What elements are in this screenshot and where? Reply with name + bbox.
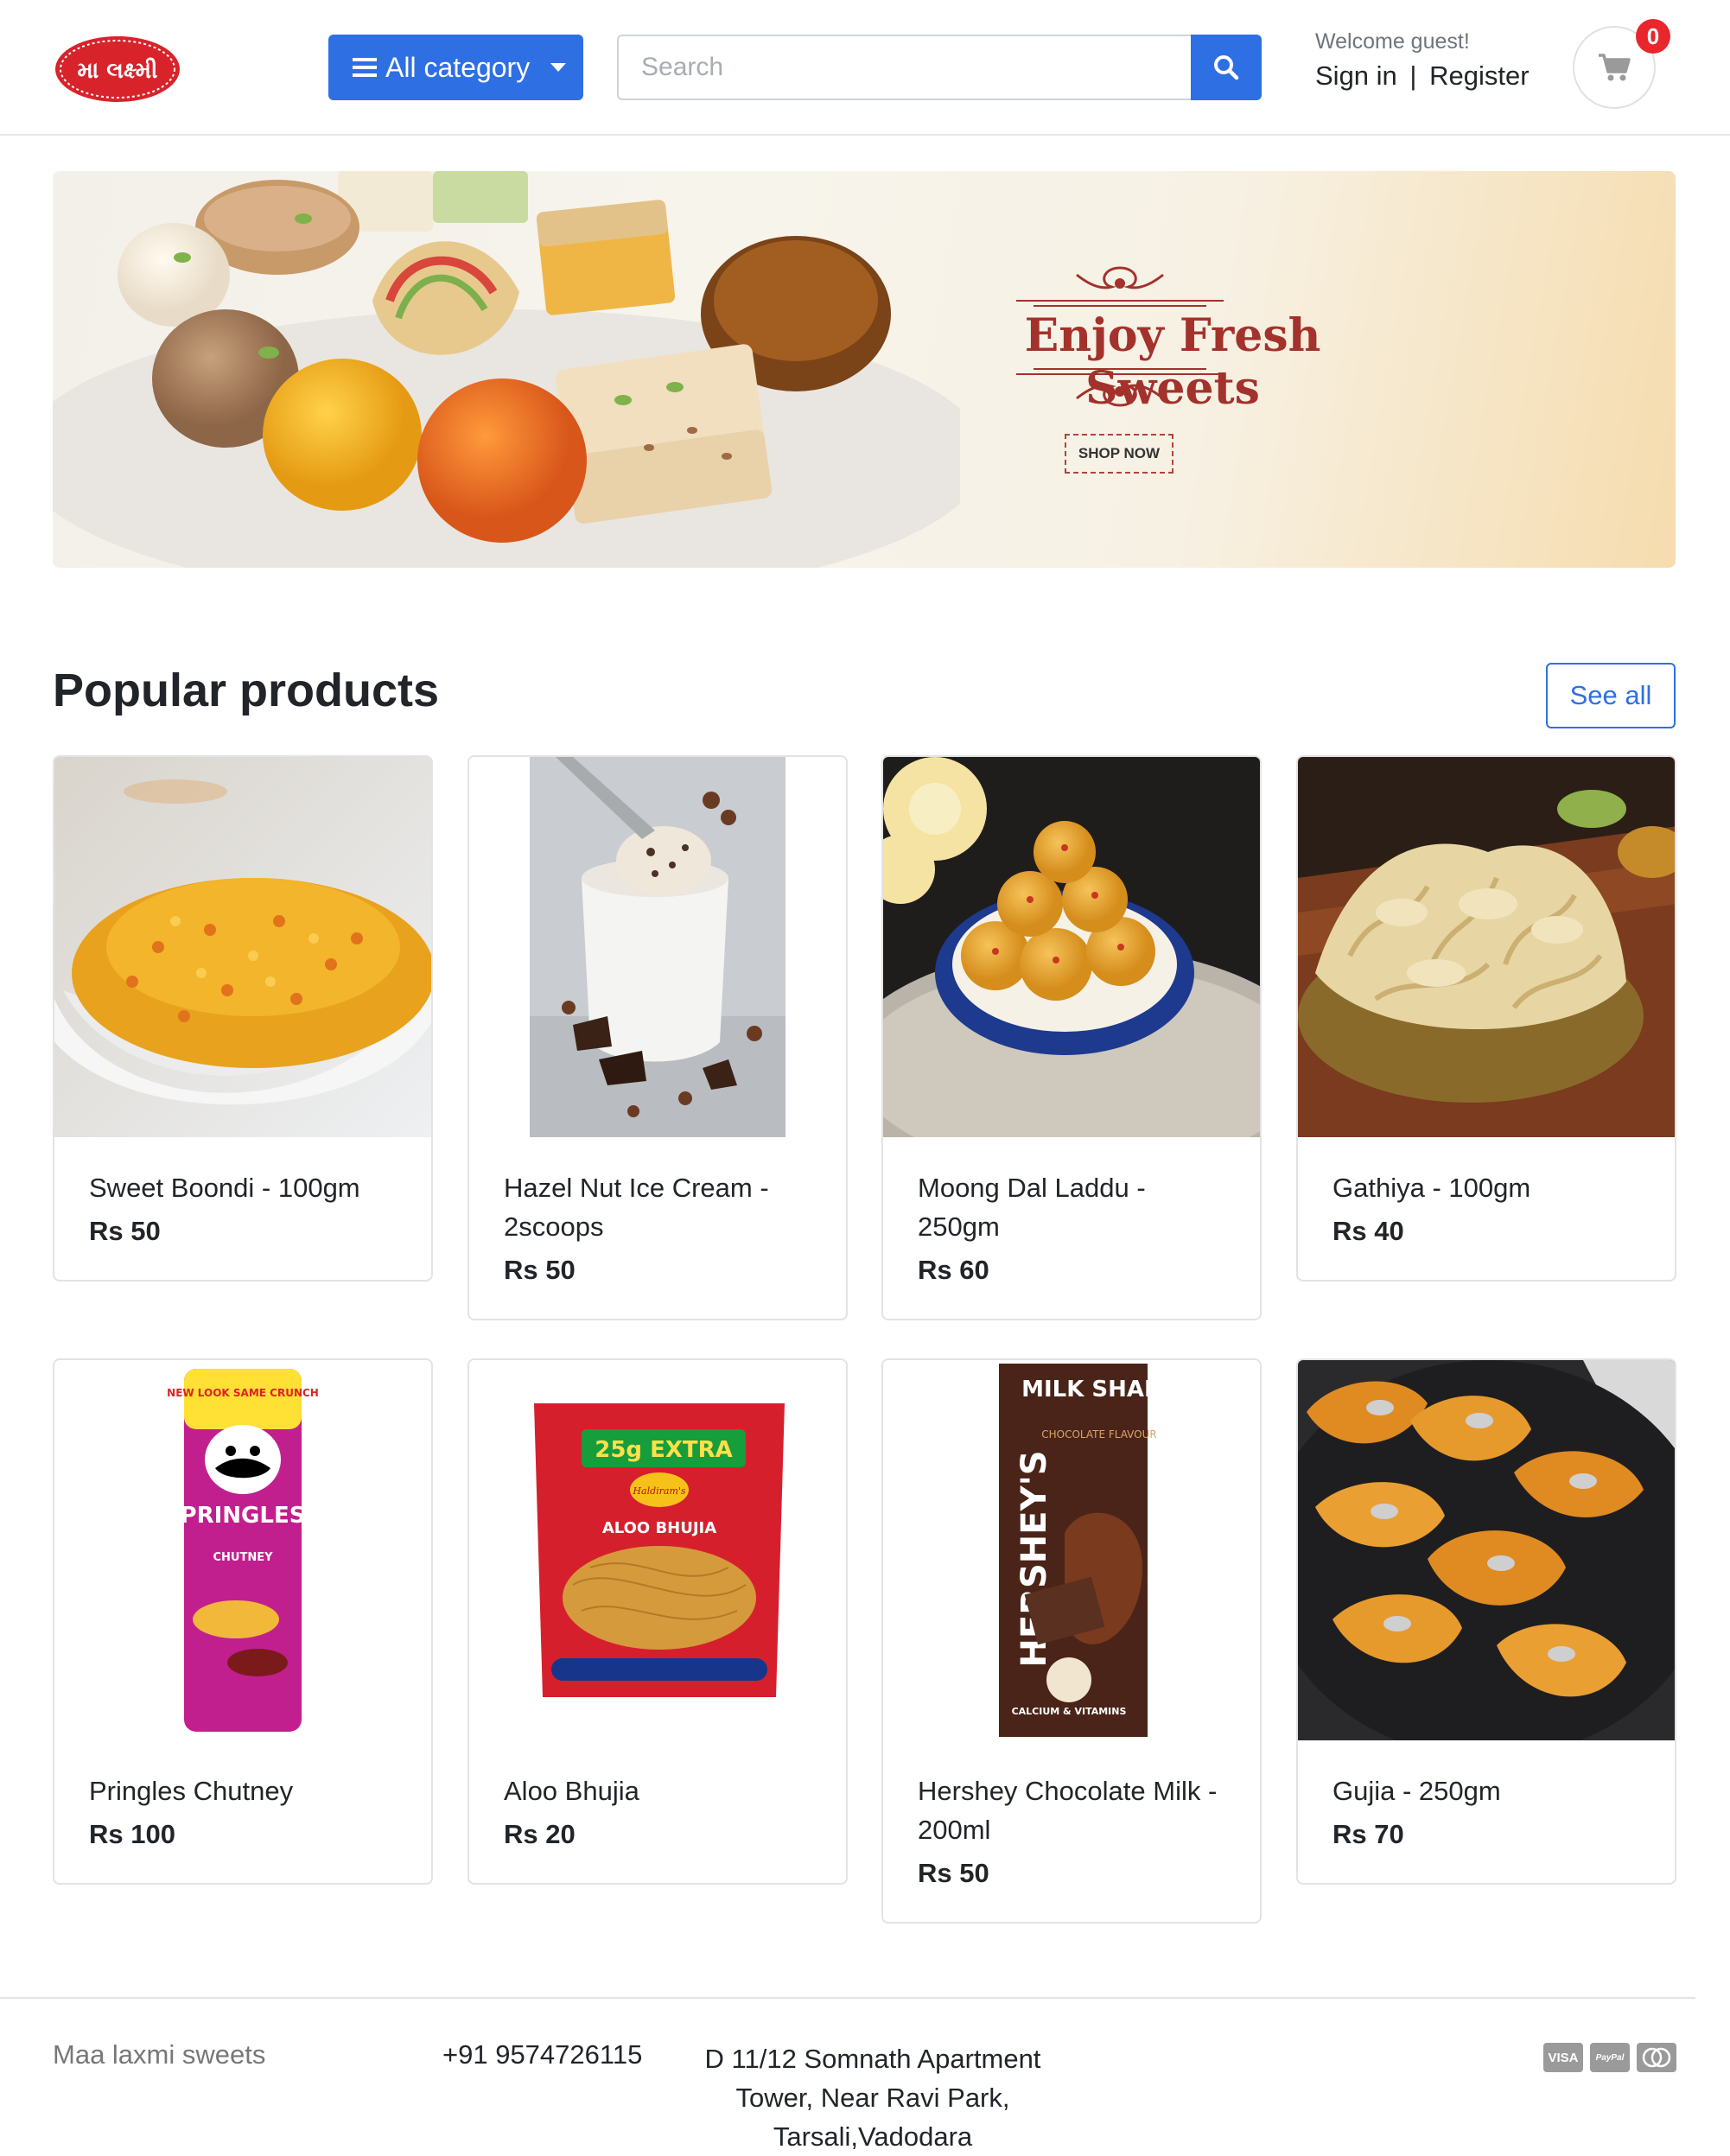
product-price: Rs 100 [89,1819,175,1849]
product-image-gujia [1298,1360,1675,1740]
product-image-hershey-chocolate-milk: HERSHEY'S MILK SHAKE CHOCOLATE FLAVOUR C… [883,1360,1260,1740]
mastercard-icon [1637,2043,1676,2072]
product-image-pringles-chutney: NEW LOOK SAME CRUNCH PRINGLES CHUTNEY [54,1360,431,1740]
product-name: Gathiya - 100gm [1332,1173,1531,1203]
product-name: Gujia - 250gm [1332,1776,1501,1806]
product-name: Moong Dal Laddu - 250gm [918,1173,1146,1242]
sign-in-link[interactable]: Sign in [1315,60,1397,91]
product-card[interactable]: Gathiya - 100gm Rs 40 [1296,755,1676,1282]
product-image-aloo-bhujia: 25g EXTRA Haldiram's ALOO BHUJIA [469,1360,846,1740]
svg-text:NEW LOOK SAME CRUNCH: NEW LOOK SAME CRUNCH [167,1387,319,1399]
svg-text:ALOO BHUJIA: ALOO BHUJIA [602,1519,716,1537]
product-price: Rs 60 [918,1255,989,1285]
svg-text:MILK SHAKE: MILK SHAKE [1021,1377,1177,1402]
chevron-down-icon [550,63,567,72]
product-price: Rs 70 [1332,1819,1404,1849]
auth-links: Sign in | Register [1315,60,1530,92]
product-card[interactable]: Moong Dal Laddu - 250gm Rs 60 [881,755,1262,1320]
register-link[interactable]: Register [1429,60,1529,91]
product-image-gathiya [1298,757,1675,1137]
product-card[interactable]: HERSHEY'S MILK SHAKE CHOCOLATE FLAVOUR C… [881,1358,1262,1924]
menu-icon [353,58,377,77]
footer-address: D 11/12 Somnath Apartment Tower, Near Ra… [704,2044,1041,2152]
product-image-sweet-boondi [54,757,431,1137]
search-button[interactable] [1191,35,1262,100]
cart-count-badge: 0 [1636,19,1670,54]
product-price: Rs 40 [1332,1216,1404,1246]
product-name: Hazel Nut Ice Cream - 2scoops [504,1173,769,1242]
svg-text:Haldiram's: Haldiram's [632,1485,685,1497]
product-price: Rs 50 [504,1255,576,1285]
product-card[interactable]: Gujia - 250gm Rs 70 [1296,1358,1676,1885]
hero-banner[interactable]: Enjoy Fresh Sweets SHOP NOW [53,171,1676,568]
visa-icon: VISA [1543,2043,1583,2072]
ornament-bottom-icon [1016,368,1224,407]
ornament-top-icon [1016,266,1224,307]
paypal-icon: PayPal [1590,2043,1630,2072]
shop-now-button[interactable]: SHOP NOW [1065,434,1173,474]
svg-text:CALCIUM & VITAMINS: CALCIUM & VITAMINS [1012,1706,1127,1717]
product-image-moong-dal-laddu [883,757,1260,1137]
welcome-text: Welcome guest! [1315,29,1470,54]
product-price: Rs 50 [89,1216,161,1246]
sweets-platter-image [53,171,960,568]
svg-text:CHOCOLATE FLAVOUR: CHOCOLATE FLAVOUR [1041,1428,1157,1441]
search-input[interactable] [617,35,1191,100]
product-name: Aloo Bhujia [504,1776,639,1806]
product-price: Rs 50 [918,1858,989,1888]
product-name: Sweet Boondi - 100gm [89,1173,360,1203]
product-name: Hershey Chocolate Milk - 200ml [918,1776,1218,1845]
svg-text:PRINGLES: PRINGLES [181,1503,306,1529]
product-price: Rs 20 [504,1819,576,1849]
product-name: Pringles Chutney [89,1776,294,1806]
product-image-hazelnut-ice-cream [469,757,846,1137]
shopping-cart-icon [1599,54,1631,81]
footer-brand: Maa laxmi sweets [53,2039,266,2070]
brand-logo[interactable]: મા લક્ષ્મી [54,33,181,105]
svg-text:મા લક્ષ્મી: મા લક્ષ્મી [77,58,157,84]
product-card[interactable]: 25g EXTRA Haldiram's ALOO BHUJIA Aloo Bh… [467,1358,848,1885]
product-card[interactable]: Sweet Boondi - 100gm Rs 50 [53,755,433,1282]
product-card[interactable]: NEW LOOK SAME CRUNCH PRINGLES CHUTNEY Pr… [53,1358,433,1885]
all-category-button[interactable]: All category [328,35,583,100]
site-header: મા લક્ષ્મી All category Welcome guest! S… [0,0,1730,136]
search-bar [617,35,1262,100]
search-icon [1214,55,1239,80]
product-card[interactable]: Hazel Nut Ice Cream - 2scoops Rs 50 [467,755,848,1320]
all-category-label: All category [385,51,531,83]
footer-phone: +91 9574726115 [442,2039,643,2070]
popular-products-title: Popular products [53,665,440,716]
svg-text:25g EXTRA: 25g EXTRA [595,1437,733,1463]
auth-separator: | [1409,60,1417,91]
svg-text:CHUTNEY: CHUTNEY [213,1551,273,1564]
see-all-button[interactable]: See all [1546,663,1676,728]
footer-divider [0,1997,1695,1999]
